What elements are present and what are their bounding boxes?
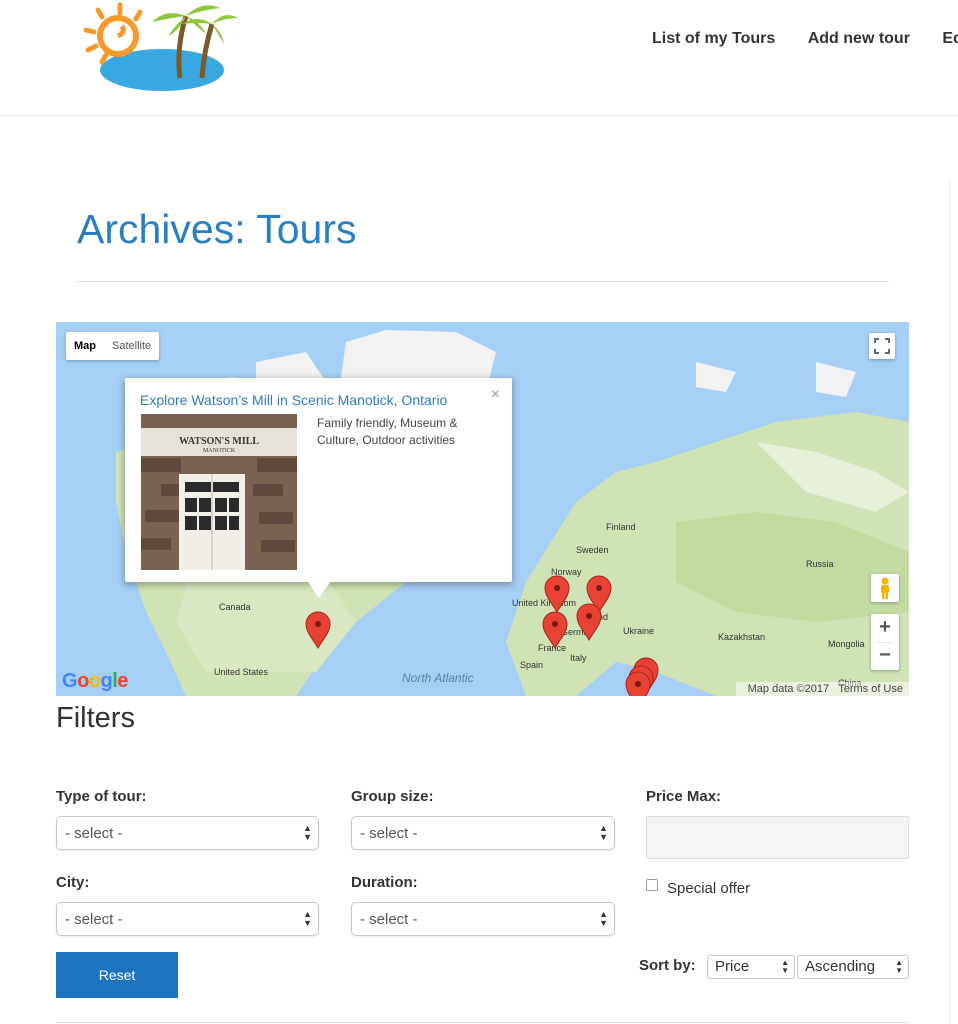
select-arrows-icon: ▲ ▼ (599, 909, 608, 928)
select-arrows-icon: ▲ ▼ (303, 909, 312, 928)
map-attribution: Map data ©2017 Terms of Use (735, 682, 909, 696)
site-header: List of my Tours Add new tour Ed (0, 0, 958, 116)
type-of-tour-select[interactable]: - select - ▲ ▼ (56, 816, 319, 850)
zoom-in-button[interactable]: + (871, 614, 899, 642)
main-nav: List of my Tours Add new tour Ed (652, 30, 958, 48)
map-label-italy: Italy (570, 653, 587, 663)
sort-field-value: Price (715, 958, 750, 975)
close-icon[interactable]: × (491, 386, 500, 404)
popup-tour-description: Family friendly, Museum & Culture, Outdo… (317, 416, 458, 447)
sign-text-place: MANOTICK (203, 448, 236, 454)
sort-by-label: Sort by: (639, 957, 696, 974)
map-label-canada: Canada (219, 602, 251, 612)
zoom-divider (876, 642, 894, 643)
reset-button[interactable]: Reset (56, 952, 178, 998)
map-type-map-button[interactable]: Map (66, 332, 104, 360)
sort-field-select[interactable]: Price ▲ ▼ (707, 955, 795, 979)
map-marker-europe[interactable] (625, 671, 651, 696)
sign-text-name: WATSON'S MILL (179, 436, 259, 447)
map-label-kazakhstan: Kazakhstan (718, 632, 765, 642)
popup-tour-title[interactable]: Explore Watson’s Mill in Scenic Manotick… (140, 392, 447, 408)
zoom-out-button[interactable]: − (871, 642, 899, 670)
site-logo[interactable] (80, 0, 240, 96)
type-of-tour-value: - select - (65, 825, 123, 842)
price-max-input[interactable] (646, 816, 909, 859)
pegman-icon (881, 577, 889, 599)
group-size-label: Group size: (351, 788, 434, 805)
map-label-mongolia: Mongolia (828, 639, 865, 649)
page-title: Archives: Tours (77, 206, 357, 252)
price-max-label: Price Max: (646, 788, 722, 805)
type-of-tour-label: Type of tour: (56, 788, 147, 805)
terms-link[interactable]: Terms of Use (838, 683, 903, 695)
bottom-divider (56, 1022, 909, 1023)
map-label-russia: Russia (806, 559, 834, 569)
nav-item-edit[interactable]: Ed (942, 30, 958, 48)
map-label-finland: Finland (606, 522, 636, 532)
fullscreen-icon (874, 338, 890, 354)
select-arrows-icon: ▲ ▼ (303, 823, 312, 842)
map-label-sweden: Sweden (576, 545, 609, 555)
sort-order-value: Ascending (805, 958, 876, 975)
street-view-button[interactable] (871, 574, 899, 602)
sort-order-select[interactable]: Ascending ▲ ▼ (797, 955, 909, 979)
google-logo[interactable]: Google (62, 670, 128, 693)
map-label-norway: Norway (551, 567, 582, 577)
fullscreen-button[interactable] (869, 333, 895, 359)
map-label-ukraine: Ukraine (623, 626, 654, 636)
select-arrows-icon: ▲ ▼ (599, 823, 608, 842)
duration-label: Duration: (351, 874, 418, 891)
map-label-france: France (538, 643, 566, 653)
special-offer-label[interactable]: Special offer (667, 880, 750, 897)
map-type-satellite-button[interactable]: Satellite (104, 332, 159, 360)
select-arrows-icon: ▲ ▼ (781, 958, 789, 975)
special-offer-checkbox[interactable] (646, 879, 658, 891)
duration-select[interactable]: - select - ▲ ▼ (351, 902, 615, 936)
map-label-spain: Spain (520, 660, 543, 670)
city-select[interactable]: - select - ▲ ▼ (56, 902, 319, 936)
map-info-window: Explore Watson’s Mill in Scenic Manotick… (125, 378, 512, 598)
map-label-north-atlantic: North Atlantic (402, 671, 474, 685)
duration-value: - select - (360, 911, 418, 928)
map-type-control: Map Satellite (66, 332, 160, 360)
nav-item-list-tours[interactable]: List of my Tours (652, 30, 775, 48)
city-value: - select - (65, 911, 123, 928)
tour-thumbnail[interactable]: WATSON'S MILL MANOTICK (141, 414, 297, 570)
zoom-control: + − (871, 614, 899, 670)
nav-item-add-tour[interactable]: Add new tour (808, 30, 910, 48)
group-size-select[interactable]: - select - ▲ ▼ (351, 816, 615, 850)
sidebar-divider (949, 180, 950, 1024)
group-size-value: - select - (360, 825, 418, 842)
city-label: City: (56, 874, 90, 891)
map-label-united-states: United States (214, 667, 269, 677)
tours-map[interactable]: Canada United States North Atlantic Finl… (56, 322, 909, 696)
map-data-text: Map data ©2017 (747, 683, 830, 695)
title-divider (77, 281, 889, 282)
map-label-united-kingdom: United Kingdom (512, 598, 576, 608)
filters-title: Filters (56, 702, 135, 734)
select-arrows-icon: ▲ ▼ (895, 958, 903, 975)
